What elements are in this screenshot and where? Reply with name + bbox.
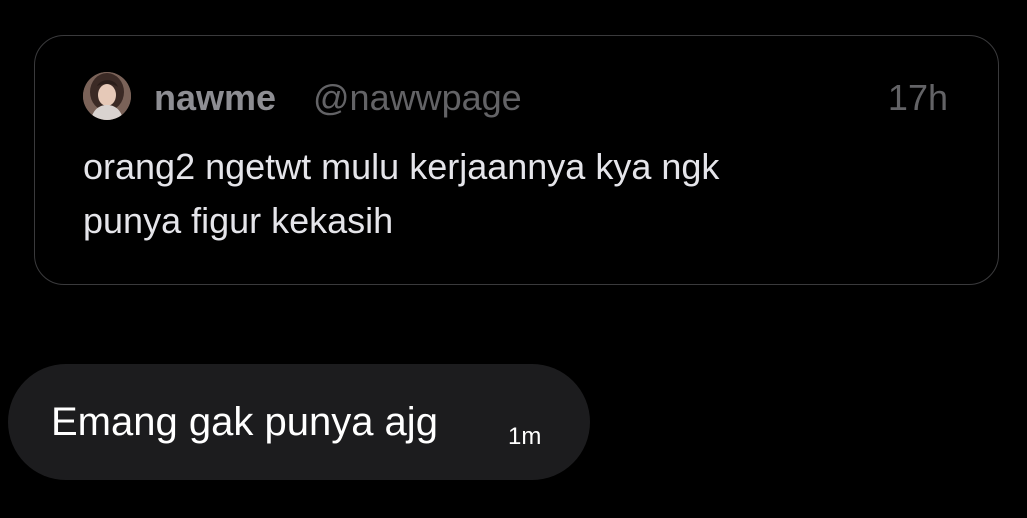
- chat-screen: nawme @nawwpage 17h orang2 ngetwt mulu k…: [0, 0, 1027, 518]
- quoted-post-text: orang2 ngetwt mulu kerjaannya kya ngk pu…: [83, 140, 903, 248]
- quoted-post-card[interactable]: nawme @nawwpage 17h orang2 ngetwt mulu k…: [34, 35, 999, 285]
- display-name[interactable]: nawme: [154, 76, 276, 120]
- post-timestamp: 17h: [887, 77, 948, 118]
- quoted-post-text-line: orang2 ngetwt mulu kerjaannya kya ngk: [83, 146, 720, 187]
- message-timestamp: 1m: [508, 423, 542, 450]
- user-handle[interactable]: @nawwpage: [313, 76, 522, 120]
- avatar[interactable]: [83, 72, 131, 120]
- quoted-post-text-line: punya figur kekasih: [83, 200, 394, 241]
- avatar-image: [83, 72, 131, 120]
- message-text: Emang gak punya ajg: [51, 400, 438, 444]
- message-bubble[interactable]: Emang gak punya ajg 1m: [8, 364, 590, 480]
